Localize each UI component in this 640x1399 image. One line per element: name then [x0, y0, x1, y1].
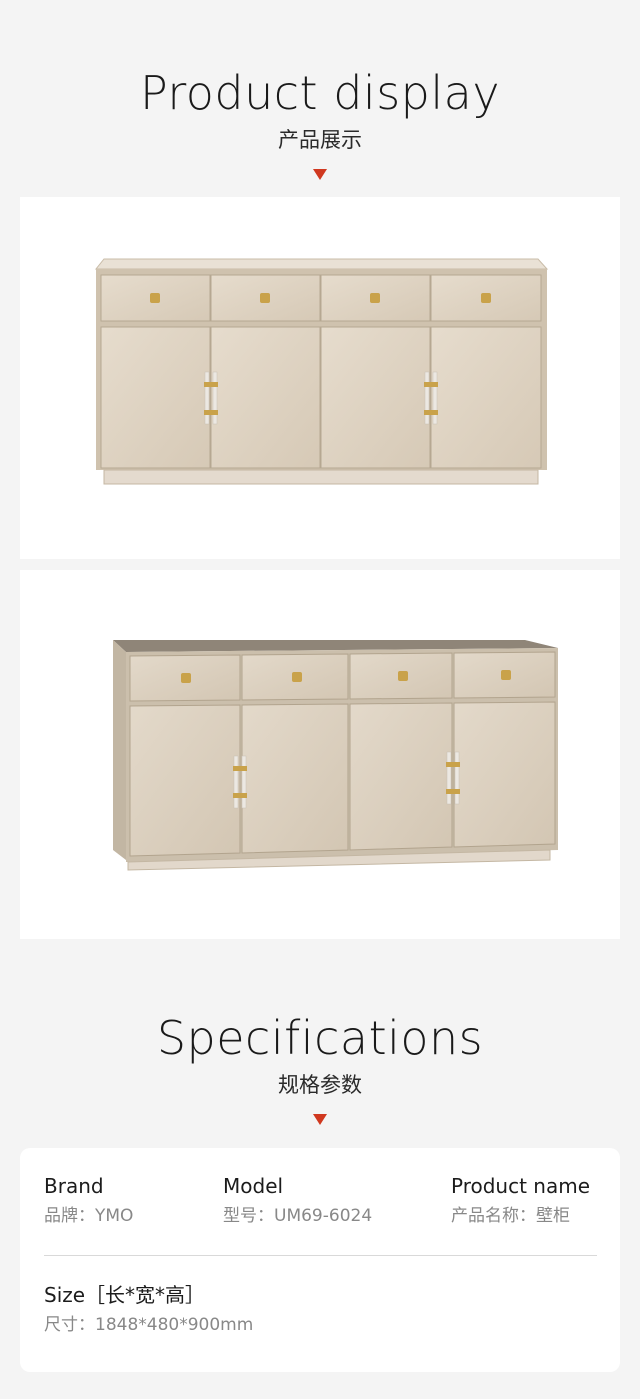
product-display-title: Product display [139, 66, 501, 120]
spec-brand: Brand 品牌：YMO [44, 1176, 133, 1225]
sideboard-angled-view-image [113, 640, 558, 871]
specifications-subtitle: 规格参数 [278, 1073, 362, 1097]
specifications-title: Specifications [156, 1011, 484, 1065]
spec-model-label: Model [223, 1174, 284, 1198]
spec-brand-label: Brand [44, 1174, 104, 1198]
spec-size-value: 尺寸：1848*480*900mm [44, 1315, 254, 1335]
spec-size: Size［长*宽*高］ 尺寸：1848*480*900mm [44, 1285, 253, 1334]
down-arrow-icon [313, 169, 327, 180]
spec-size-label: Size［长*宽*高］ [44, 1283, 206, 1307]
product-photo-front [20, 197, 620, 559]
specifications-card: Brand 品牌：YMO Model 型号：UM69-6024 Product … [20, 1148, 620, 1372]
spec-brand-value: 品牌：YMO [44, 1206, 134, 1226]
product-display-subtitle: 产品展示 [278, 128, 362, 152]
spec-model: Model 型号：UM69-6024 [223, 1176, 372, 1225]
spec-model-value: 型号：UM69-6024 [223, 1206, 373, 1226]
down-arrow-icon [313, 1114, 327, 1125]
spec-product-name: Product name 产品名称：壁柜 [451, 1176, 590, 1225]
product-photo-angled [20, 570, 620, 939]
sideboard-front-view-image [94, 258, 549, 485]
product-display-header: Product display 产品展示 [0, 70, 640, 180]
spec-product-name-label: Product name [451, 1174, 591, 1198]
spec-divider [44, 1255, 597, 1256]
spec-product-name-value: 产品名称：壁柜 [451, 1206, 570, 1226]
specifications-header: Specifications 规格参数 [0, 1015, 640, 1125]
